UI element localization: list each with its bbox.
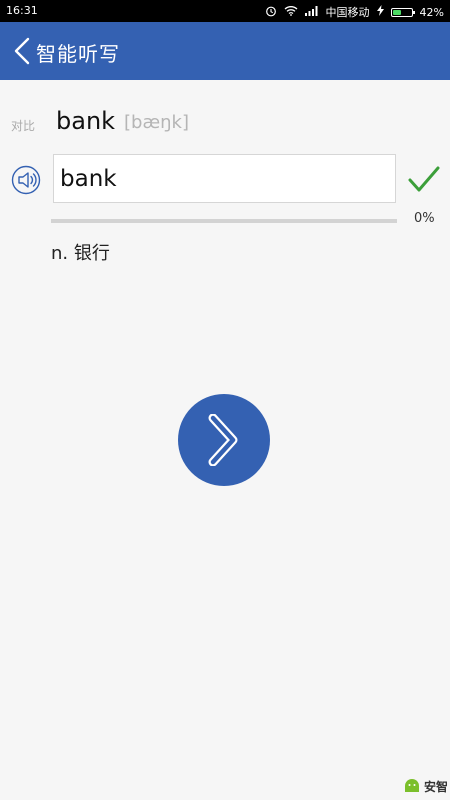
chevron-left-icon bbox=[14, 37, 30, 65]
app-bar: 智能听写 bbox=[0, 22, 450, 80]
battery-level bbox=[392, 9, 401, 15]
signal-icon bbox=[304, 5, 319, 19]
status-time: 16:31 bbox=[6, 4, 38, 17]
android-logo-icon bbox=[404, 779, 419, 792]
page-title: 智能听写 bbox=[36, 42, 120, 66]
target-word: bank bbox=[56, 107, 116, 135]
battery-percent: 42% bbox=[419, 5, 444, 19]
status-bar: 16:31 中国移动 42% bbox=[0, 0, 450, 22]
next-button[interactable] bbox=[178, 394, 270, 486]
back-button[interactable] bbox=[8, 34, 36, 68]
phonetic-transcription: [bæŋk] bbox=[124, 112, 189, 133]
watermark-logo: 安智 bbox=[402, 776, 448, 796]
answer-input[interactable] bbox=[53, 154, 396, 203]
battery-icon bbox=[390, 7, 415, 17]
alarm-icon bbox=[265, 5, 277, 20]
progress-label: 0% bbox=[414, 211, 435, 226]
wifi-icon bbox=[284, 5, 298, 19]
speaker-icon bbox=[11, 165, 41, 195]
carrier-name: 中国移动 bbox=[325, 6, 370, 19]
word-definition: n. 银行 bbox=[51, 243, 110, 264]
status-icons: 中国移动 42% bbox=[265, 4, 444, 20]
watermark-text: 安智 bbox=[423, 779, 448, 794]
charging-icon bbox=[376, 5, 384, 19]
chevron-right-icon bbox=[208, 414, 238, 466]
compare-label: 对比 bbox=[11, 119, 36, 133]
check-icon bbox=[408, 165, 440, 195]
progress-bar bbox=[51, 219, 397, 223]
play-audio-button[interactable] bbox=[11, 165, 41, 195]
